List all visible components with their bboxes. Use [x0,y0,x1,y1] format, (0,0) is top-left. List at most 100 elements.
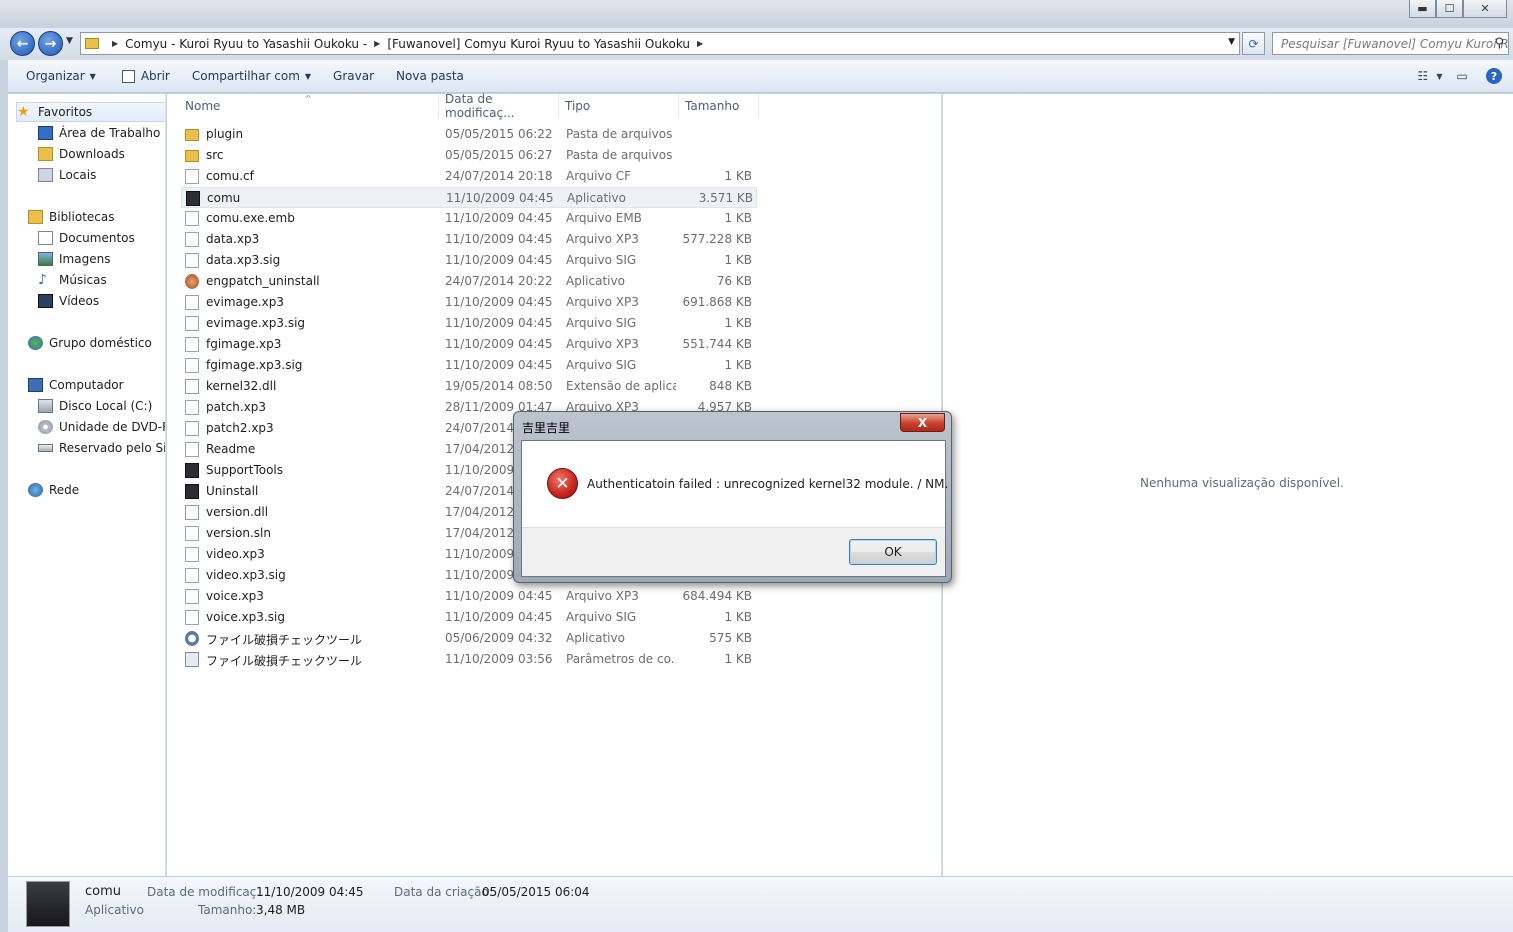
address-bar[interactable]: ▶ Comyu - Kuroi Ryuu to Yasashii Oukoku … [80,32,1240,55]
close-icon: X [917,415,928,430]
file-type: Extensão de aplica... [566,379,676,393]
folder-icon [185,129,199,141]
nav-libraries[interactable]: Bibliotecas [28,207,114,227]
nav-local-disk[interactable]: Disco Local (C:) [38,396,152,416]
help-button[interactable]: ? [1483,66,1505,86]
nav-videos[interactable]: Vídeos [38,291,99,311]
nav-label: Favoritos [38,105,93,119]
file-type: Aplicativo [566,631,625,645]
music-note-icon: ♪ [38,272,47,288]
file-row[interactable]: fgimage.xp3 11/10/2009 04:45 Arquivo XP3 55… [181,334,757,355]
file-row[interactable]: fgimage.xp3.sig 11/10/2009 04:45 Arquivo S… [181,355,757,376]
file-size: 551.744 KB [682,337,752,351]
dialog-close-button[interactable]: X [900,413,945,432]
hard-drive-icon [38,399,53,413]
recent-pages-dropdown[interactable]: ▼ [66,36,73,46]
nav-downloads[interactable]: Downloads [38,144,125,164]
library-icon [28,210,43,224]
search-placeholder: Pesquisar [Fuwanovel] Comyu Kuroi R... [1281,36,1509,51]
file-row[interactable]: plugin 05/05/2015 06:22 Pasta de arquivos [181,124,757,145]
view-options-button[interactable]: ☷ ▼ [1418,66,1443,86]
folder-icon [85,38,99,49]
breadcrumb-item[interactable]: Comyu - Kuroi Ryuu to Yasashii Oukoku - [125,37,367,51]
error-dialog: 吉里吉里 X ✕ Authenticatoin failed : unrecog… [513,411,952,583]
forward-button[interactable]: → [38,31,63,56]
file-icon [185,526,199,541]
preview-pane-button[interactable]: ▭ [1451,66,1473,86]
nav-music[interactable]: ♪ Músicas [38,270,107,290]
nav-label: Vídeos [59,294,100,308]
nav-computer[interactable]: Computador [28,375,124,395]
nav-label: Rede [49,483,80,497]
chevron-right-icon[interactable]: ▶ [112,39,118,48]
nav-places[interactable]: Locais [38,165,96,185]
ok-button[interactable]: OK [849,539,937,565]
file-row[interactable]: ファイル破損チェックツール 11/10/2009 03:56 Parâmetros … [181,649,757,670]
nav-label: Imagens [59,252,111,266]
file-row[interactable]: comu.exe.emb 11/10/2009 04:45 Arquivo EMB 1… [181,208,757,229]
maximize-button[interactable]: ☐ [1436,0,1463,18]
dialog-message: Authenticatoin failed : unrecognized ker… [587,477,949,491]
file-type: Arquivo SIG [566,358,637,372]
file-row[interactable]: comu 11/10/2009 04:45 Aplicativo 3.571 KB [181,187,757,208]
organize-button[interactable]: Organizar ▼ [17,69,105,83]
file-date: 11/10/2009 04:45 [445,316,553,330]
back-button[interactable]: ← [10,31,35,56]
file-name: voice.xp3.sig [206,610,285,624]
nav-desktop[interactable]: Área de Trabalho [38,123,160,143]
file-row[interactable]: kernel32.dll 19/05/2014 08:50 Extensão de … [181,376,757,397]
documents-icon [38,231,53,245]
file-size: 684.494 KB [682,589,752,603]
nav-homegroup[interactable]: Grupo doméstico [28,333,152,353]
chevron-right-icon[interactable]: ▶ [697,39,703,48]
nav-documents[interactable]: Documentos [38,228,135,248]
file-size: 1 KB [724,211,752,225]
column-header-type[interactable]: Tipo [559,94,679,118]
nav-favorites[interactable]: ★ Favoritos [16,102,165,122]
file-size: 76 KB [716,274,752,288]
file-row[interactable]: comu.cf 24/07/2014 20:18 Arquivo CF 1 KB [181,166,757,187]
column-header-size[interactable]: Tamanho [679,94,759,118]
nav-network[interactable]: Rede [28,480,79,500]
new-folder-button[interactable]: Nova pasta [387,69,473,83]
column-header-date[interactable]: Data de modificaç... [439,92,559,120]
refresh-button[interactable]: ⟳ [1242,32,1265,55]
burn-button[interactable]: Gravar [324,69,383,83]
breadcrumb-item[interactable]: [Fuwanovel] Comyu Kuroi Ryuu to Yasashii… [387,37,690,51]
open-button[interactable]: Abrir [113,69,179,83]
file-row[interactable]: evimage.xp3.sig 11/10/2009 04:45 Arquivo S… [181,313,757,334]
file-name: patch2.xp3 [206,421,274,435]
chevron-right-icon[interactable]: ▶ [374,39,380,48]
file-name: version.sln [206,526,271,540]
share-with-button[interactable]: Compartilhar com ▼ [183,69,320,83]
search-input[interactable]: Pesquisar [Fuwanovel] Comyu Kuroi R... ⚲ [1272,32,1509,55]
nav-dvd-drive[interactable]: Unidade de DVD-RW [38,417,165,437]
command-bar: Organizar ▼ Abrir Compartilhar com ▼ Grava… [8,60,1513,93]
file-row[interactable]: voice.xp3.sig 11/10/2009 04:45 Arquivo SIG… [181,607,757,628]
file-row[interactable]: engpatch_uninstall 24/07/2014 20:22 Aplica… [181,271,757,292]
file-name: SupportTools [206,463,283,477]
star-icon: ★ [17,104,30,120]
details-created-value: 05/05/2015 06:04 [482,885,590,899]
navigation-pane: ★ Favoritos Área de Trabalho Downloads Lo… [8,94,166,876]
file-row[interactable]: evimage.xp3 11/10/2009 04:45 Arquivo XP3 69… [181,292,757,313]
column-label: Tipo [565,99,591,113]
file-row[interactable]: ファイル破損チェックツール 05/06/2009 04:32 Aplicativo 5… [181,628,757,649]
nav-images[interactable]: Imagens [38,249,110,269]
file-row[interactable]: data.xp3.sig 11/10/2009 04:45 Arquivo SIG 1… [181,250,757,271]
file-type: Aplicativo [566,274,625,288]
nav-reserved[interactable]: Reservado pelo Sistema [38,438,165,458]
close-window-button[interactable]: ✕ [1463,0,1507,18]
file-row[interactable]: data.xp3 11/10/2009 04:45 Arquivo XP3 577.2… [181,229,757,250]
file-row[interactable]: voice.xp3 11/10/2009 04:45 Arquivo XP3 684.… [181,586,757,607]
file-row[interactable]: src 05/05/2015 06:27 Pasta de arquivos [181,145,757,166]
file-type: Arquivo XP3 [566,232,639,246]
file-icon [185,211,199,226]
search-icon[interactable]: ⚲ [1494,36,1504,51]
app-icon [185,463,199,478]
chevron-down-icon[interactable]: ▼ [1228,37,1235,47]
minimize-button[interactable]: ▬ [1409,0,1436,18]
pictures-icon [38,252,53,266]
file-type: Arquivo XP3 [566,295,639,309]
file-size: 575 KB [709,631,752,645]
